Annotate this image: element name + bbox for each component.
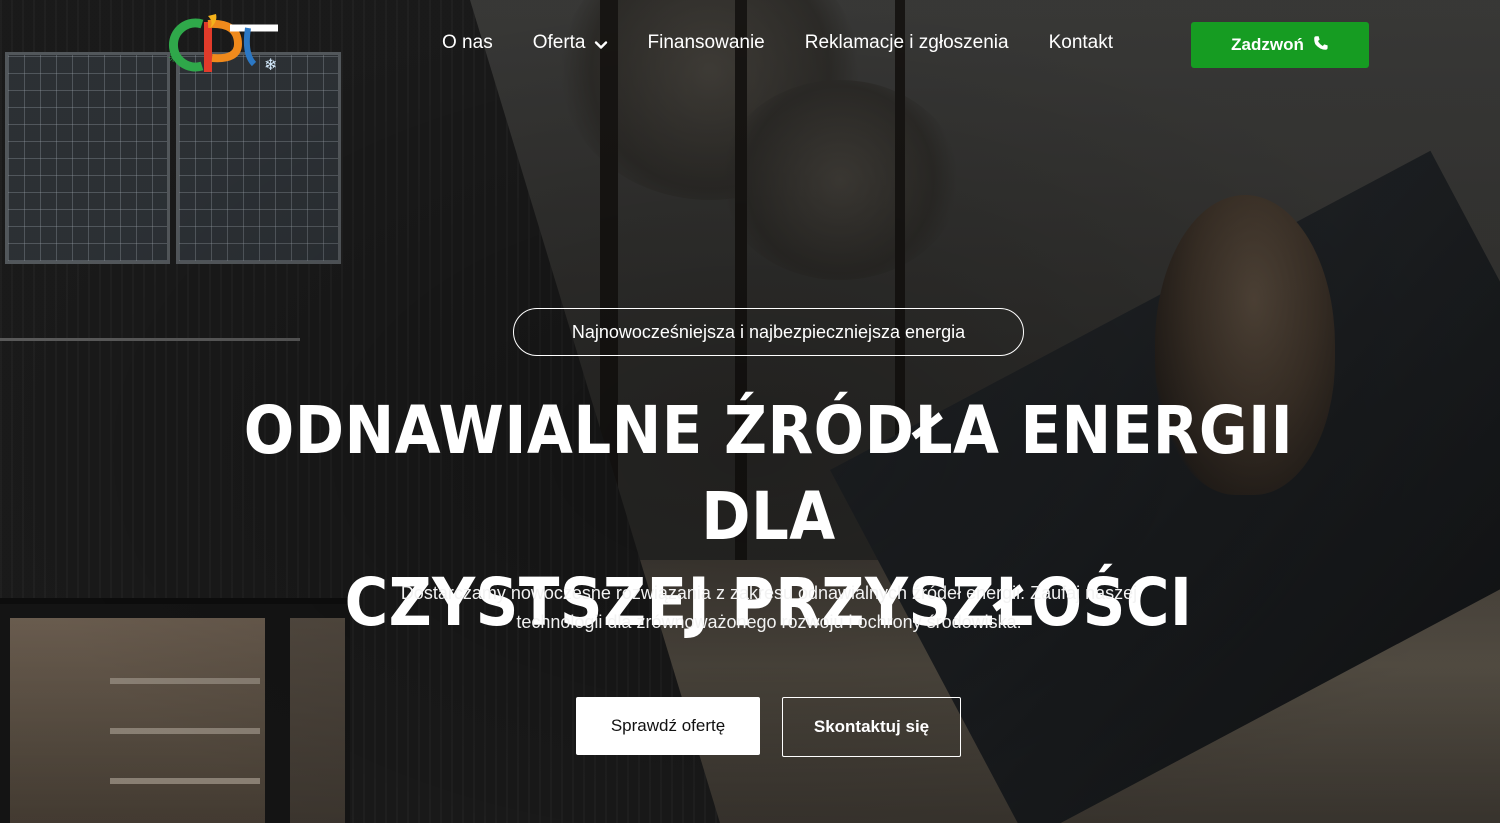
nav-item-label: Oferta <box>532 32 586 53</box>
company-logo[interactable]: ❄ ✳ <box>168 14 284 76</box>
nav-item-oferta[interactable]: Oferta <box>533 32 608 54</box>
nav-item-o-nas[interactable]: O nas <box>442 32 493 54</box>
check-offer-button[interactable]: Sprawdź ofertę <box>576 697 760 755</box>
nav-item-label: Reklamacje i zgłoszenia <box>804 32 1009 53</box>
hero-tagline-pill: Najnowocześniejsza i najbezpieczniejsza … <box>513 308 1024 356</box>
nav-item-label: Kontakt <box>1048 32 1114 53</box>
phone-icon <box>1313 35 1329 56</box>
nav-item-finansowanie[interactable]: Finansowanie <box>648 32 765 54</box>
call-button[interactable]: Zadzwoń <box>1191 22 1369 68</box>
chevron-down-icon <box>594 36 608 50</box>
hero-description: Dostarczamy nowoczesne rozwiązania z zak… <box>330 579 1208 637</box>
hero-description-line: technologii dla zrównoważonego rozwoju i… <box>516 612 1022 632</box>
nav-item-reklamacje[interactable]: Reklamacje i zgłoszenia <box>805 32 1009 54</box>
nav-item-label: Finansowanie <box>647 32 765 53</box>
contact-us-button[interactable]: Skontaktuj się <box>782 697 961 757</box>
svg-text:✳: ✳ <box>168 51 178 65</box>
hero-headline-line: ODNAWIALNE ŹRÓDŁA ENERGII DLA <box>243 392 1294 555</box>
main-navigation: O nas Oferta Finansowanie Reklamacje i z… <box>442 32 1113 54</box>
svg-text:❄: ❄ <box>264 55 277 74</box>
site-header: ❄ ✳ O nas Oferta Finansowanie Reklamacje… <box>0 0 1500 90</box>
nav-item-kontakt[interactable]: Kontakt <box>1049 32 1113 54</box>
hero-description-line: Dostarczamy nowoczesne rozwiązania z zak… <box>400 583 1138 603</box>
nav-item-label: O nas <box>442 32 493 53</box>
call-button-label: Zadzwoń <box>1231 35 1304 54</box>
